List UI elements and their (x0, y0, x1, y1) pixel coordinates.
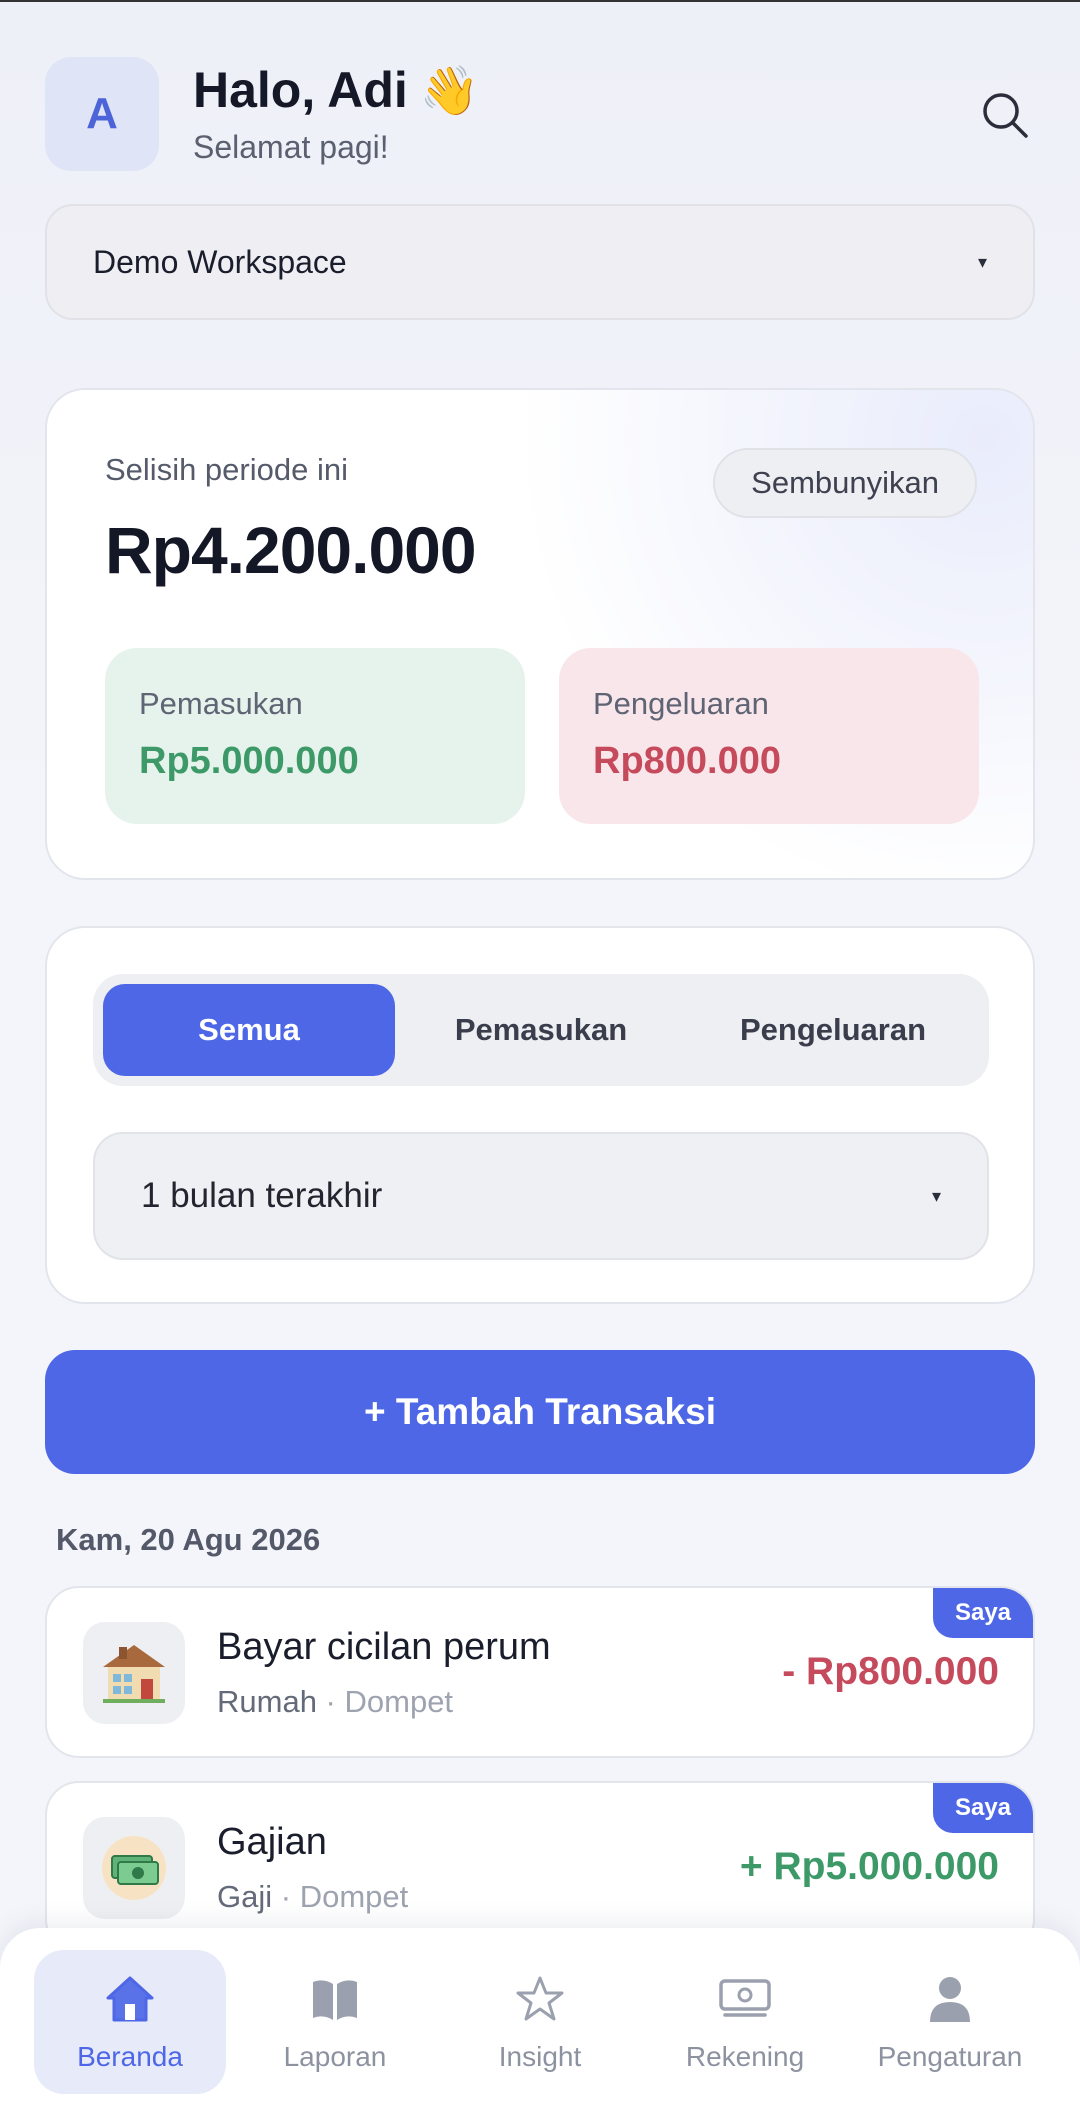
expense-summary: Pengeluaran Rp800.000 (559, 648, 979, 824)
greeting-subtitle: Selamat pagi! (193, 129, 389, 165)
nav-label: Rekening (685, 2041, 805, 2072)
nav-label: Pengaturan (877, 2041, 1023, 2072)
tab-pengeluaran[interactable]: Pengeluaran (687, 984, 979, 1076)
header: A Halo, Adi 👋 Selamat pagi! (45, 57, 1035, 171)
nav-item-rekening[interactable]: Rekening (649, 1950, 841, 2094)
cash-icon (717, 1971, 773, 2027)
book-icon (307, 1971, 363, 2027)
wave-icon: 👋 (419, 64, 480, 118)
tab-pemasukan[interactable]: Pemasukan (395, 984, 687, 1076)
transaction-title: Bayar cicilan perum (217, 1626, 551, 1668)
transaction-category: Gaji (217, 1879, 273, 1914)
transactions-date-header: Kam, 20 Agu 2026 (56, 1522, 321, 1557)
star-icon (512, 1971, 568, 2027)
user-icon (922, 1971, 978, 2027)
transaction-title: Gajian (217, 1821, 327, 1863)
workspace-label: Demo Workspace (93, 243, 347, 280)
avatar[interactable]: A (45, 57, 159, 171)
filter-card: Semua Pemasukan Pengeluaran 1 bulan tera… (45, 926, 1035, 1304)
period-select[interactable]: 1 bulan terakhir ▾ (93, 1132, 989, 1260)
type-filter-tabs: Semua Pemasukan Pengeluaran (93, 974, 989, 1086)
workspace-selector[interactable]: Demo Workspace ▾ (45, 204, 1035, 320)
transaction-icon (83, 1622, 185, 1724)
transaction-meta: Gaji · Dompet (217, 1879, 408, 1915)
nav-label: Insight (498, 2041, 582, 2072)
nav-item-insight[interactable]: Insight (444, 1950, 636, 2094)
nav-item-pengaturan[interactable]: Pengaturan (854, 1950, 1046, 2094)
home-icon (102, 1971, 158, 2027)
income-value: Rp5.000.000 (139, 740, 359, 782)
meta-separator: · (272, 1879, 300, 1914)
nav-label: Laporan (283, 2041, 387, 2072)
income-label: Pemasukan (139, 686, 303, 721)
balance-summary-card: Selisih periode ini Rp4.200.000 Sembunyi… (45, 388, 1035, 880)
transaction-amount: - Rp800.000 (782, 1650, 999, 1693)
chevron-down-icon: ▾ (931, 1185, 941, 1206)
house-icon (103, 1645, 165, 1703)
search-icon (983, 93, 1028, 138)
status-edge (0, 0, 1080, 2)
chevron-down-icon: ▾ (977, 251, 987, 272)
greeting-title: Halo, Adi 👋 (193, 61, 480, 119)
transaction-category: Rumah (217, 1684, 317, 1719)
transaction-item[interactable]: Bayar cicilan perum Rumah · Dompet - Rp8… (45, 1586, 1035, 1758)
balance-label: Selisih periode ini (105, 452, 348, 487)
owner-badge: Saya (933, 1588, 1033, 1638)
period-label: 1 bulan terakhir (141, 1176, 383, 1215)
greeting: Halo, Adi 👋 Selamat pagi! (193, 61, 480, 166)
expense-label: Pengeluaran (593, 686, 769, 721)
owner-badge: Saya (933, 1783, 1033, 1833)
transaction-amount: + Rp5.000.000 (739, 1845, 999, 1888)
bottom-navigation: Beranda Laporan Insight Rekening Pengatu… (0, 1928, 1080, 2117)
income-summary: Pemasukan Rp5.000.000 (105, 648, 525, 824)
transaction-account: Dompet (299, 1879, 409, 1914)
nav-item-laporan[interactable]: Laporan (239, 1950, 431, 2094)
nav-label: Beranda (77, 2041, 183, 2072)
hide-balance-button[interactable]: Sembunyikan (713, 448, 977, 518)
add-transaction-button[interactable]: + Tambah Transaksi (45, 1350, 1035, 1474)
transaction-account: Dompet (344, 1684, 454, 1719)
tab-semua[interactable]: Semua (103, 984, 395, 1076)
transaction-icon (83, 1817, 185, 1919)
search-button[interactable] (975, 85, 1035, 145)
money-icon (102, 1836, 166, 1900)
expense-value: Rp800.000 (593, 740, 782, 782)
transaction-meta: Rumah · Dompet (217, 1684, 453, 1720)
nav-item-beranda[interactable]: Beranda (34, 1950, 226, 2094)
greeting-text: Halo, Adi (193, 62, 408, 118)
meta-separator: · (316, 1684, 345, 1719)
balance-amount: Rp4.200.000 (105, 513, 477, 587)
